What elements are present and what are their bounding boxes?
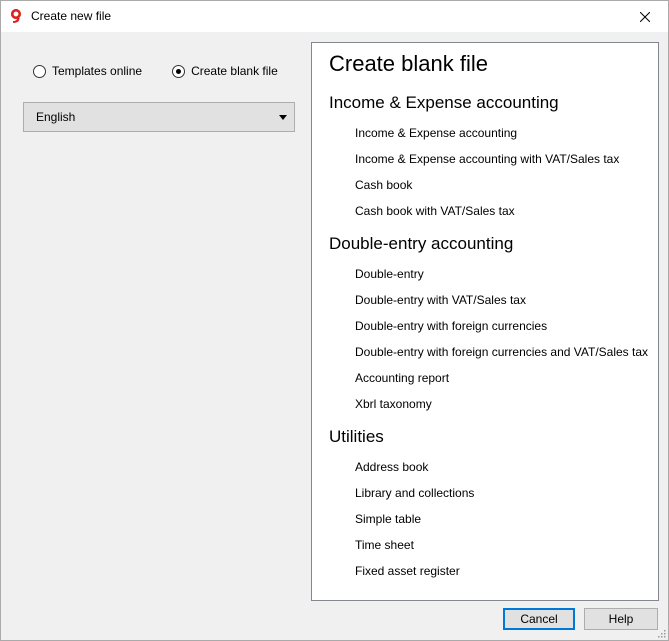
- radio-checked-icon[interactable]: [172, 64, 186, 78]
- list-item[interactable]: Income & Expense accounting: [355, 126, 517, 140]
- list-item[interactable]: Double-entry with foreign currencies: [355, 319, 547, 333]
- template-list-panel: Create blank file Income & Expense accou…: [311, 42, 659, 601]
- close-icon: [640, 11, 650, 22]
- radio-label: Templates online: [52, 64, 143, 78]
- list-item[interactable]: Cash book with VAT/Sales tax: [355, 204, 515, 218]
- list-item[interactable]: Double-entry with VAT/Sales tax: [355, 293, 526, 307]
- window-title: Create new file: [31, 9, 112, 23]
- close-button[interactable]: [622, 1, 668, 32]
- cancel-button[interactable]: Cancel: [503, 608, 575, 630]
- language-select[interactable]: English: [23, 102, 295, 132]
- create-new-file-dialog: Create new file Templates online Create …: [0, 0, 669, 641]
- language-selected-value: English: [36, 110, 76, 124]
- list-item[interactable]: Income & Expense accounting with VAT/Sal…: [355, 152, 619, 166]
- radio-unchecked-icon[interactable]: [33, 64, 46, 78]
- section-heading-utilities: Utilities: [329, 427, 384, 446]
- panel-title: Create blank file: [329, 51, 488, 76]
- list-item[interactable]: Double-entry with foreign currencies and…: [355, 345, 648, 359]
- resize-grip-icon[interactable]: [656, 628, 666, 638]
- list-item[interactable]: Address book: [355, 460, 428, 474]
- title-bar[interactable]: Create new file: [1, 1, 668, 32]
- section-heading-income-expense: Income & Expense accounting: [329, 93, 559, 112]
- create-blank-file-radio[interactable]: Create blank file: [172, 64, 278, 78]
- templates-online-radio[interactable]: Templates online: [33, 64, 142, 78]
- source-radio-group: Templates online Create blank file: [33, 64, 278, 78]
- list-item[interactable]: Accounting report: [355, 371, 449, 385]
- app-icon: [9, 8, 25, 24]
- chevron-down-icon: [279, 115, 287, 120]
- list-item[interactable]: Xbrl taxonomy: [355, 397, 432, 411]
- list-item[interactable]: Time sheet: [355, 538, 414, 552]
- list-item[interactable]: Library and collections: [355, 486, 474, 500]
- list-item[interactable]: Simple table: [355, 512, 421, 526]
- list-item[interactable]: Fixed asset register: [355, 564, 460, 578]
- help-button[interactable]: Help: [584, 608, 658, 630]
- section-heading-double-entry: Double-entry accounting: [329, 234, 514, 253]
- list-item[interactable]: Double-entry: [355, 267, 424, 281]
- list-item[interactable]: Cash book: [355, 178, 412, 192]
- radio-label: Create blank file: [191, 64, 278, 78]
